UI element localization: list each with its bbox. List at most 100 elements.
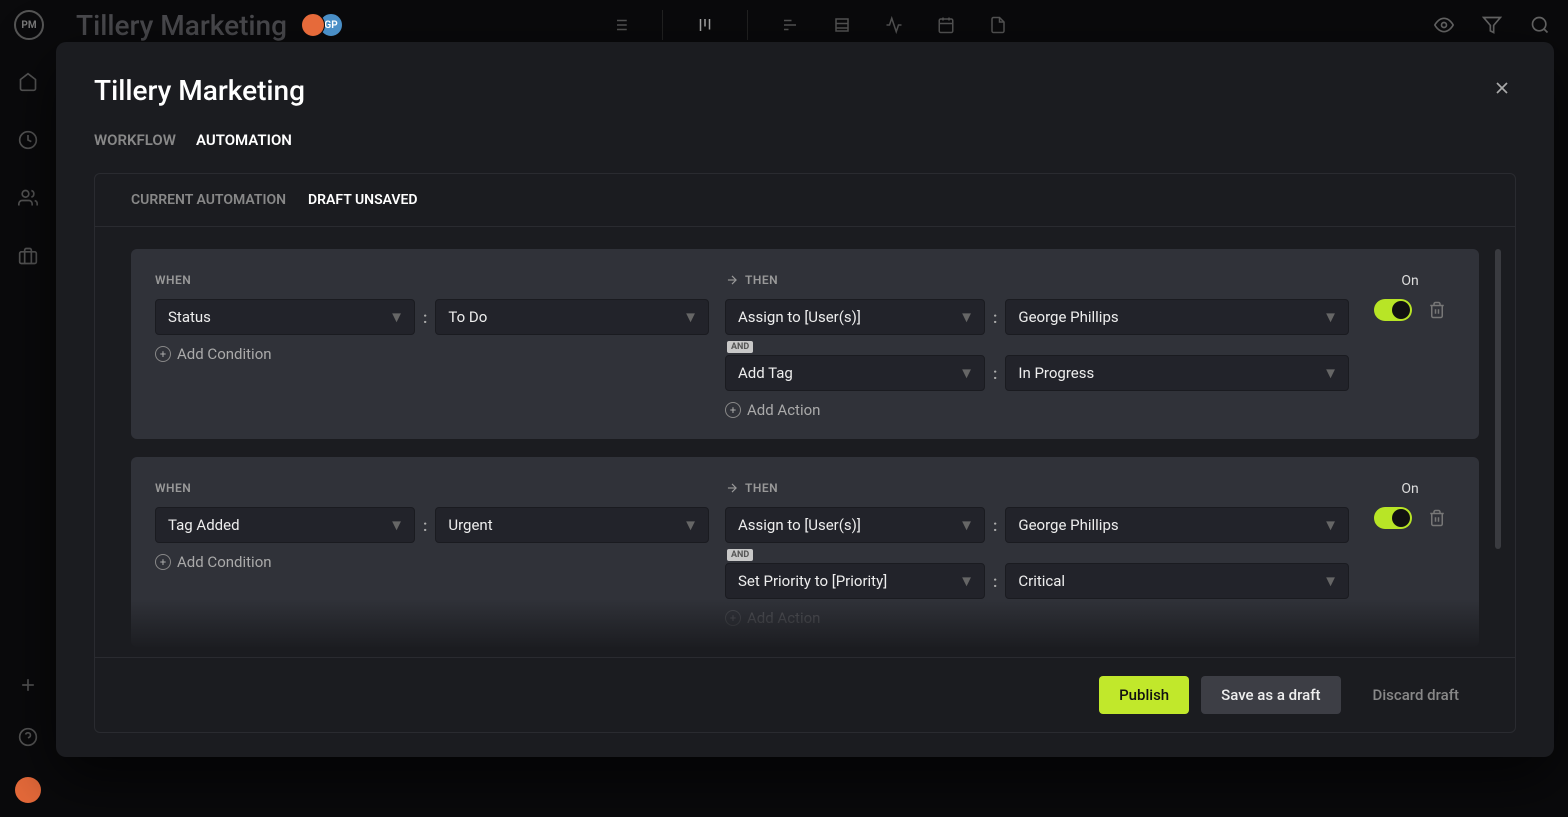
then-label: THEN: [725, 481, 1349, 495]
trigger-field-dropdown[interactable]: Tag Added ▼: [155, 507, 415, 543]
then-section: THEN Assign to [User(s)] ▼ : George Phil…: [725, 481, 1349, 627]
chevron-down-icon: ▼: [959, 572, 974, 590]
trigger-field-dropdown[interactable]: Status ▼: [155, 299, 415, 335]
search-icon[interactable]: [1530, 15, 1550, 35]
and-badge: AND: [727, 341, 753, 353]
chevron-down-icon: ▼: [959, 516, 974, 534]
chevron-down-icon: ▼: [959, 308, 974, 326]
briefcase-icon[interactable]: [16, 244, 40, 268]
toggle-label: On: [1401, 273, 1418, 289]
close-icon[interactable]: [1488, 74, 1516, 102]
clock-icon[interactable]: [16, 128, 40, 152]
rule-toggle[interactable]: [1374, 299, 1412, 321]
when-section: WHEN Status ▼ : To Do ▼ +: [155, 273, 709, 419]
trash-icon[interactable]: [1428, 301, 1446, 319]
chevron-down-icon: ▼: [1323, 364, 1338, 382]
action-type-value: Assign to [User(s)]: [738, 516, 861, 534]
add-condition-button[interactable]: + Add Condition: [155, 345, 709, 363]
users-icon[interactable]: [16, 186, 40, 210]
chevron-down-icon: ▼: [1323, 308, 1338, 326]
colon-separator: :: [993, 572, 997, 591]
action-type-dropdown[interactable]: Assign to [User(s)] ▼: [725, 299, 985, 335]
list-view-icon[interactable]: [610, 15, 630, 35]
trigger-value: Urgent: [448, 516, 492, 534]
help-icon[interactable]: [16, 725, 40, 749]
sidebar-profile-avatar[interactable]: [15, 777, 41, 803]
trash-icon[interactable]: [1428, 509, 1446, 527]
when-label: WHEN: [155, 481, 709, 495]
plus-circle-icon: +: [725, 610, 741, 626]
activity-view-icon[interactable]: [884, 15, 904, 35]
calendar-view-icon[interactable]: [936, 15, 956, 35]
automation-panel: CURRENT AUTOMATION DRAFT UNSAVED WHEN St…: [94, 173, 1516, 733]
add-condition-button[interactable]: + Add Condition: [155, 553, 709, 571]
action-value-dropdown[interactable]: Critical ▼: [1005, 563, 1349, 599]
gantt-view-icon[interactable]: [780, 15, 800, 35]
trigger-value-dropdown[interactable]: To Do ▼: [435, 299, 709, 335]
toggle-label: On: [1401, 481, 1418, 497]
when-label: WHEN: [155, 273, 709, 287]
eye-icon[interactable]: [1434, 15, 1454, 35]
action-value: George Phillips: [1018, 308, 1118, 326]
action-type-value: Add Tag: [738, 364, 793, 382]
action-type-value: Set Priority to [Priority]: [738, 572, 887, 590]
bg-project-title: Tillery Marketing: [76, 9, 287, 42]
chevron-down-icon: ▼: [389, 516, 404, 534]
trigger-value-dropdown[interactable]: Urgent ▼: [435, 507, 709, 543]
colon-separator: :: [993, 516, 997, 535]
arrow-right-icon: [725, 273, 739, 287]
add-condition-label: Add Condition: [177, 553, 272, 571]
file-view-icon[interactable]: [988, 15, 1008, 35]
trigger-field-value: Status: [168, 308, 211, 326]
rule-card: WHEN Tag Added ▼ : Urgent ▼ +: [131, 457, 1479, 647]
add-action-button[interactable]: + Add Action: [725, 401, 1349, 419]
rule-toggle[interactable]: [1374, 507, 1412, 529]
tab-workflow[interactable]: WORKFLOW: [94, 131, 176, 149]
modal-footer: Publish Save as a draft Discard draft: [95, 657, 1515, 732]
bg-avatar-1[interactable]: [301, 13, 325, 37]
board-view-icon[interactable]: [695, 15, 715, 35]
chevron-down-icon: ▼: [1323, 572, 1338, 590]
chevron-down-icon: ▼: [683, 516, 698, 534]
sheet-view-icon[interactable]: [832, 15, 852, 35]
action-type-dropdown[interactable]: Assign to [User(s)] ▼: [725, 507, 985, 543]
chevron-down-icon: ▼: [683, 308, 698, 326]
add-condition-label: Add Condition: [177, 345, 272, 363]
add-action-button[interactable]: + Add Action: [725, 609, 1349, 627]
save-draft-button[interactable]: Save as a draft: [1201, 676, 1340, 714]
rule-toggle-section: On: [1365, 481, 1455, 627]
trigger-value: To Do: [448, 308, 487, 326]
bg-avatar-stack: GP: [307, 13, 343, 37]
scroll-track[interactable]: [1495, 249, 1501, 549]
discard-draft-button[interactable]: Discard draft: [1353, 676, 1479, 714]
action-value-dropdown[interactable]: George Phillips ▼: [1005, 507, 1349, 543]
when-section: WHEN Tag Added ▼ : Urgent ▼ +: [155, 481, 709, 627]
tab-automation[interactable]: AUTOMATION: [196, 131, 292, 149]
publish-button[interactable]: Publish: [1099, 676, 1189, 714]
action-value-dropdown[interactable]: In Progress ▼: [1005, 355, 1349, 391]
action-value-dropdown[interactable]: George Phillips ▼: [1005, 299, 1349, 335]
rule-toggle-section: On: [1365, 273, 1455, 419]
action-type-value: Assign to [User(s)]: [738, 308, 861, 326]
plus-circle-icon: +: [725, 402, 741, 418]
chevron-down-icon: ▼: [959, 364, 974, 382]
colon-separator: :: [423, 516, 427, 535]
plus-icon[interactable]: [16, 673, 40, 697]
action-type-dropdown[interactable]: Set Priority to [Priority] ▼: [725, 563, 985, 599]
app-logo[interactable]: PM: [14, 10, 44, 40]
then-section: THEN Assign to [User(s)] ▼ : George Phil…: [725, 273, 1349, 419]
filter-icon[interactable]: [1482, 15, 1502, 35]
left-sidebar: [0, 50, 56, 817]
plus-circle-icon: +: [155, 554, 171, 570]
action-type-dropdown[interactable]: Add Tag ▼: [725, 355, 985, 391]
action-value: Critical: [1018, 572, 1065, 590]
action-value: In Progress: [1018, 364, 1094, 382]
trigger-field-value: Tag Added: [168, 516, 240, 534]
panel-tab-draft[interactable]: DRAFT UNSAVED: [308, 192, 417, 208]
action-value: George Phillips: [1018, 516, 1118, 534]
then-label: THEN: [725, 273, 1349, 287]
plus-circle-icon: +: [155, 346, 171, 362]
home-icon[interactable]: [16, 70, 40, 94]
panel-tab-current[interactable]: CURRENT AUTOMATION: [131, 192, 286, 208]
colon-separator: :: [993, 308, 997, 327]
